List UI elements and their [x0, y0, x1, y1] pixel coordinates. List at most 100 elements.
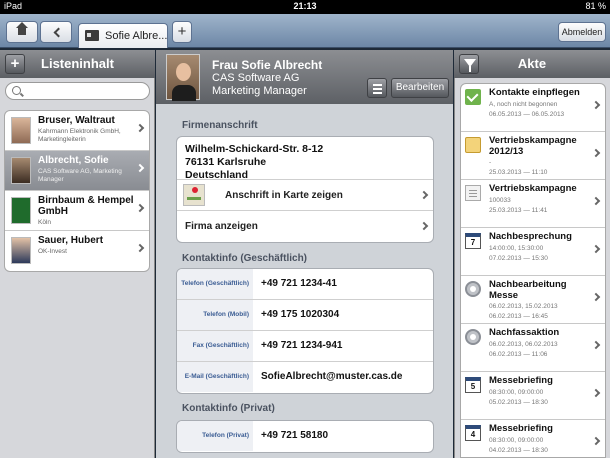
show-company-row[interactable]: Firma anzeigen [177, 211, 433, 242]
avatar [11, 157, 31, 184]
campaign-icon [465, 137, 481, 153]
item-title: Kontakte einpflegen [489, 87, 580, 98]
item-date: 06.05.2013 — 06.05.2013 [489, 111, 565, 118]
chevron-right-icon [591, 196, 601, 206]
field-row[interactable]: Telefon (Geschäftlich) +49 721 1234-41 [177, 269, 433, 300]
list-item[interactable]: Bruser, Waltraut Kahrmann Elektronik Gmb… [5, 111, 149, 151]
list-item[interactable]: Albrecht, Sofie CAS Software AG, Marketi… [5, 151, 149, 191]
logout-button[interactable]: Abmelden [558, 22, 606, 42]
plus-icon: + [10, 55, 20, 72]
list-item[interactable]: 7 Nachbesprechung 14:00:00, 15:30:00 07.… [461, 228, 605, 276]
chevron-right-icon [419, 190, 429, 200]
list-pane: Bruser, Waltraut Kahrmann Elektronik Gmb… [0, 78, 155, 458]
field-value: +49 175 1020304 [261, 309, 340, 320]
file-list: Kontakte einpflegen A, noch nicht begonn… [460, 83, 606, 458]
list-item-subtitle: OK-Invest [38, 248, 67, 255]
list-item-name: Birnbaum & Hempel GmbH [38, 195, 134, 217]
map-icon [183, 184, 205, 206]
contact-name: Frau Sofie Albrecht [212, 58, 323, 72]
list-view-button[interactable] [367, 78, 387, 98]
item-detail: 14:00:00, 15:30:00 [489, 245, 544, 252]
chevron-right-icon [591, 148, 601, 158]
search-input[interactable] [24, 84, 144, 98]
contact-role: Marketing Manager [212, 85, 307, 97]
back-button[interactable] [40, 21, 72, 43]
calendar-icon: 7 [465, 233, 481, 249]
tab-label: Sofie Albre... [105, 30, 168, 42]
clock: 21:13 [293, 1, 317, 11]
item-detail: 08:30:00, 09:00:00 [489, 437, 544, 444]
show-company-label: Firma anzeigen [185, 221, 258, 232]
status-bar: iPad 21:13 81 % [0, 0, 610, 14]
item-date: 04.02.2013 — 18:30 [489, 447, 548, 454]
chevron-right-icon [591, 388, 601, 398]
item-detail: 06.02.2013, 06.02.2013 [489, 341, 558, 348]
list-item-name: Sauer, Hubert [38, 235, 104, 246]
list-item[interactable]: Sauer, Hubert OK-Invest [5, 231, 149, 271]
list-item[interactable]: Vertriebskampagne 100033 25.03.2013 — 11… [461, 180, 605, 228]
chevron-right-icon [591, 436, 601, 446]
plus-icon: + [177, 23, 187, 40]
item-detail: 06.02.2013, 15.02.2013 [489, 303, 558, 310]
chevron-right-icon [591, 340, 601, 350]
item-detail: 08:30:00, 09:00:00 [489, 389, 544, 396]
item-date: 06.02.2013 — 16:45 [489, 313, 548, 320]
chevron-right-icon [591, 244, 601, 254]
chevron-right-icon [591, 100, 601, 110]
add-button[interactable]: + [5, 54, 25, 74]
gear-icon [465, 329, 481, 345]
item-date: 25.03.2013 — 11:10 [489, 169, 548, 176]
home-button[interactable] [6, 21, 38, 43]
calendar-icon: 4 [465, 425, 481, 441]
field-label: Fax (Geschäftlich) [177, 331, 253, 361]
list-item-subtitle: CAS Software AG, Marketing Manager [38, 168, 122, 183]
filter-icon [464, 59, 476, 72]
list-item[interactable]: Nachbearbeitung Messe 06.02.2013, 15.02.… [461, 276, 605, 324]
item-title: Nachbearbeitung Messe [489, 279, 567, 301]
list-title: Listeninhalt [41, 56, 114, 71]
item-date: 07.02.2013 — 15:30 [489, 255, 548, 262]
field-label: E-Mail (Geschäftlich) [177, 362, 253, 392]
gear-icon [465, 281, 481, 297]
address-line: 76131 Karlsruhe [185, 156, 267, 168]
list-item-name: Albrecht, Sofie [38, 155, 109, 166]
list-item[interactable]: Birnbaum & Hempel GmbH Köln [5, 191, 149, 231]
show-map-label: Anschrift in Karte zeigen [225, 190, 343, 201]
chevron-left-icon [53, 27, 63, 38]
list-item[interactable]: 5 Messebriefing 08:30:00, 09:00:00 05.02… [461, 372, 605, 420]
section-title: Kontaktinfo (Geschäftlich) [182, 253, 308, 264]
address-line: Wilhelm-Schickard-Str. 8-12 [185, 143, 324, 155]
business-contact-card: Telefon (Geschäftlich) +49 721 1234-41 T… [176, 268, 434, 394]
checkmark-icon [465, 89, 481, 105]
field-row[interactable]: Telefon (Privat) +49 721 58180 [177, 421, 433, 452]
address-block: Wilhelm-Schickard-Str. 8-12 76131 Karlsr… [177, 137, 433, 181]
field-row[interactable]: E-Mail (Geschäftlich) SofieAlbrecht@must… [177, 362, 433, 393]
list-item[interactable]: Kontakte einpflegen A, noch nicht begonn… [461, 84, 605, 132]
section-title: Kontaktinfo (Privat) [182, 403, 275, 414]
contact-header: Frau Sofie Albrecht CAS Software AG Mark… [156, 50, 453, 104]
item-title: Nachbesprechung [489, 231, 572, 242]
list-item-subtitle: Kahrmann Elektronik GmbH, Marketingleite… [38, 128, 121, 143]
chevron-right-icon [419, 221, 429, 231]
field-label: Telefon (Geschäftlich) [177, 269, 253, 299]
tab-contact[interactable]: Sofie Albre... [78, 23, 168, 48]
add-tab-button[interactable]: + [172, 21, 192, 43]
detail-pane: Frau Sofie Albrecht CAS Software AG Mark… [156, 50, 453, 458]
item-title: Messebriefing [489, 423, 553, 434]
search-icon [12, 86, 21, 95]
list-item[interactable]: Nachfassaktion 06.02.2013, 06.02.2013 06… [461, 324, 605, 372]
show-map-row[interactable]: Anschrift in Karte zeigen [177, 180, 433, 211]
field-row[interactable]: Telefon (Mobil) +49 175 1020304 [177, 300, 433, 331]
document-icon [465, 185, 481, 201]
filter-button[interactable] [459, 54, 479, 74]
field-row[interactable]: Fax (Geschäftlich) +49 721 1234-941 [177, 331, 433, 362]
list-item[interactable]: 4 Messebriefing 08:30:00, 09:00:00 04.02… [461, 420, 605, 457]
search-box[interactable] [5, 82, 150, 100]
list-item[interactable]: Vertriebskampagne 2012/13 - 25.03.2013 —… [461, 132, 605, 180]
avatar [11, 237, 31, 264]
section-title: Firmenanschrift [182, 120, 258, 131]
edit-button[interactable]: Bearbeiten [391, 78, 449, 98]
field-value: +49 721 1234-41 [261, 278, 337, 289]
item-title: Nachfassaktion [489, 327, 560, 338]
field-value: SofieAlbrecht@muster.cas.de [261, 371, 403, 382]
